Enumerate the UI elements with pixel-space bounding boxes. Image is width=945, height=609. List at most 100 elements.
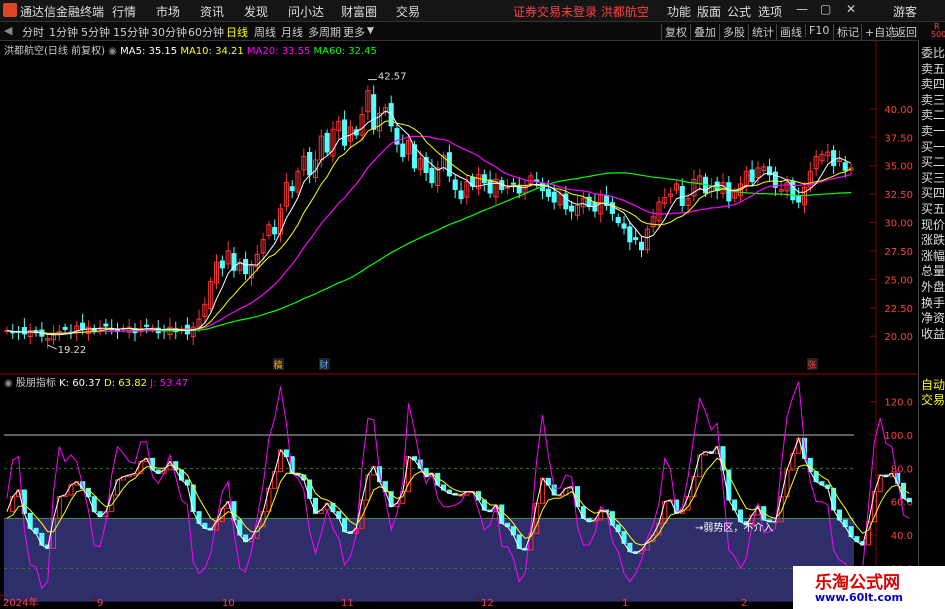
menu-item-ask[interactable]: 问小达 (288, 3, 324, 20)
legend-toggle-icon[interactable]: ◉ (108, 46, 117, 57)
menu-item-trade[interactable]: 交易 (396, 3, 420, 20)
quote-side-panel: R 500 委比 卖五 卖四 卖三 卖二 卖一 买一 买二 买三 买四 买五 现价 涨跌 涨幅 总量 外盘 换手… (918, 22, 945, 609)
indicator-bar (307, 479, 313, 499)
candle-body (400, 143, 406, 158)
ma60-value: 32.45 (348, 46, 377, 57)
period-more[interactable]: 更多 (343, 24, 365, 40)
menu-item-news[interactable]: 资讯 (200, 3, 224, 20)
menu-item-sectors[interactable]: 市场 (156, 3, 180, 20)
side-item[interactable]: 卖四 (920, 77, 945, 92)
left-arrow-icon[interactable]: ◀ (4, 24, 12, 37)
side-item[interactable]: 买三 (920, 171, 945, 186)
event-marker: 财 (319, 359, 328, 371)
side-item[interactable]: 收益 (920, 327, 945, 342)
indicator-toggle-icon[interactable]: ◉ (4, 378, 13, 389)
menu-item-options[interactable]: 选项 (758, 3, 782, 20)
event-marker: 稿 (273, 359, 282, 371)
period-multi[interactable]: 多周期 (308, 24, 341, 40)
side-item[interactable]: 涨跌 (920, 233, 945, 248)
period-30min[interactable]: 30分钟 (151, 24, 187, 40)
candle-body (563, 193, 569, 210)
indicator-bar (697, 454, 703, 478)
tool-mark[interactable]: 标记 (833, 24, 859, 40)
candle-body (371, 94, 377, 130)
candle-body (388, 103, 394, 127)
watermark: 乐淘公式网 www.60lt.com (793, 566, 945, 609)
restore-icon[interactable]: ▢ (820, 2, 831, 16)
side-item[interactable]: 买四 (920, 186, 945, 201)
price-legend: 洪都航空(日线 前复权) ◉ MA5: 35.15 MA10: 34.21 MA… (4, 46, 377, 57)
period-60min[interactable]: 60分钟 (188, 24, 224, 40)
menu-item-function[interactable]: 功能 (667, 3, 691, 20)
candle-body (505, 186, 511, 189)
ma5-value: 35.15 (148, 46, 178, 57)
indicator-bar (737, 509, 744, 523)
price-tick-label: 40.00 (884, 105, 913, 116)
ma60-line (6, 172, 852, 335)
close-icon[interactable]: ✕ (846, 2, 856, 16)
menu-item-discover[interactable]: 发现 (244, 3, 268, 20)
tool-overlay[interactable]: 叠加 (690, 24, 716, 40)
period-15min[interactable]: 15分钟 (113, 24, 149, 40)
tool-draw[interactable]: 画线 (776, 24, 802, 40)
side-item[interactable]: 买二 (920, 155, 945, 170)
guest-label[interactable]: 游客 (893, 3, 917, 20)
indicator-bar (790, 452, 796, 471)
period-toolbar: ◀ 分时 1分钟 5分钟 15分钟 30分钟 60分钟 日线 周线 月线 多周期… (0, 22, 945, 41)
period-1min[interactable]: 1分钟 (49, 24, 78, 40)
price-tick-label: 32.50 (884, 190, 913, 201)
period-daily[interactable]: 日线 (226, 24, 248, 40)
more-dropdown-icon[interactable]: ▼ (367, 26, 374, 36)
candle-body (638, 241, 645, 251)
tool-adjust[interactable]: 复权 (661, 24, 687, 40)
candle-body (790, 180, 796, 201)
menu-item-layout[interactable]: 版面 (697, 3, 721, 20)
tool-f10[interactable]: F10 (805, 24, 829, 37)
ma20-name: MA20 (246, 46, 276, 57)
tool-back[interactable]: 返回 (891, 24, 917, 40)
xaxis-label: 12 (481, 598, 494, 609)
menu-item-market[interactable]: 行情 (112, 3, 136, 20)
side-top-value: 500 (931, 30, 945, 39)
candle-body (458, 190, 464, 200)
chart-area[interactable]: 20.00 22.50 25.00 27.50 30.00 32.50 35.00 37.50… (0, 40, 918, 609)
side-item[interactable]: 买五 (920, 202, 945, 217)
tool-stats[interactable]: 统计 (748, 24, 774, 40)
side-item[interactable]: 委比 (920, 46, 945, 61)
side-item[interactable]: 卖二 (920, 108, 945, 123)
side-item[interactable]: 卖三 (920, 93, 945, 108)
side-item[interactable]: 买一 (920, 140, 945, 155)
candle-body (510, 182, 516, 185)
side-item[interactable]: 总量 (920, 264, 945, 279)
indicator-tick-label: 40.0 (891, 531, 913, 542)
period-5min[interactable]: 5分钟 (81, 24, 110, 40)
period-timeshare[interactable]: 分时 (22, 24, 44, 40)
side-item[interactable]: 外盘 (920, 280, 945, 295)
candle-body (144, 324, 150, 327)
side-item[interactable]: 交易 (920, 393, 945, 408)
side-item[interactable]: 现价 (920, 218, 945, 233)
price-tick-label: 30.00 (884, 219, 913, 230)
side-item[interactable]: 卖五 (920, 62, 945, 77)
xaxis-label: 11 (341, 598, 354, 609)
annotation-pointer (47, 344, 57, 350)
period-weekly[interactable]: 周线 (254, 24, 276, 40)
d-value: 63.82 (118, 378, 147, 389)
side-item[interactable]: 自动 (920, 378, 945, 393)
candle-body (243, 259, 249, 275)
side-item[interactable]: 涨幅 (920, 249, 945, 264)
indicator-bar (580, 506, 586, 519)
period-monthly[interactable]: 月线 (281, 24, 303, 40)
price-tick-label: 35.00 (884, 162, 913, 173)
indicator-bar (365, 474, 371, 501)
side-item[interactable]: 卖一 (920, 124, 945, 139)
tool-multistock[interactable]: 多股 (719, 24, 745, 40)
indicator-legend: ◉ 股朋指标 K: 60.37 D: 63.82 J: 53.47 (4, 378, 189, 389)
minimize-icon[interactable]: — (796, 2, 808, 16)
menu-item-formula[interactable]: 公式 (727, 3, 751, 20)
side-item[interactable]: 净资 (920, 311, 945, 326)
xaxis-label: 10 (222, 598, 235, 609)
side-item[interactable]: 换手 (920, 296, 945, 311)
menu-item-wealth[interactable]: 财富圈 (341, 3, 377, 20)
indicator-tick-label: 100.0 (884, 431, 913, 442)
